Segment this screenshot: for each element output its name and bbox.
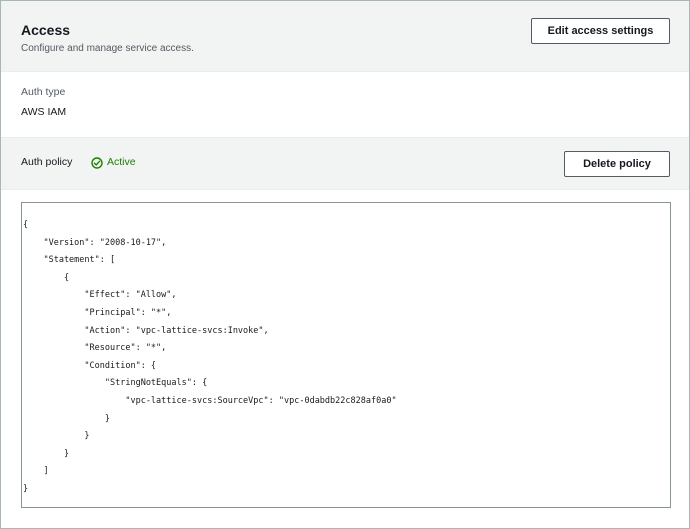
status-indicator: Active: [91, 156, 136, 169]
policy-line: "Effect": "Allow",: [23, 290, 177, 301]
policy-line: }: [23, 448, 70, 459]
policy-line: "Statement": [: [23, 255, 116, 266]
access-panel: Access Configure and manage service acce…: [0, 0, 690, 529]
access-header: Access Configure and manage service acce…: [1, 1, 689, 72]
policy-line: "Condition": {: [23, 360, 157, 371]
auth-type-value: AWS IAM: [21, 106, 67, 118]
policy-line: "Principal": "*",: [23, 307, 172, 318]
policy-line: ]: [23, 466, 49, 477]
policy-line: "Version": "2008-10-17",: [23, 237, 167, 248]
status-text: Active: [107, 156, 136, 168]
policy-line: "vpc-lattice-svcs:SourceVpc": "vpc-0dabd…: [23, 395, 397, 406]
policy-line: }: [23, 431, 90, 442]
auth-type-section: Auth type AWS IAM: [1, 72, 689, 138]
auth-policy-label: Auth policy: [21, 156, 73, 168]
policy-line: }: [23, 483, 29, 494]
policy-line: }: [23, 413, 110, 424]
delete-policy-button[interactable]: Delete policy: [564, 151, 670, 177]
policy-line: "Resource": "*",: [23, 343, 167, 354]
auth-policy-header: Auth policy Active Delete policy: [1, 138, 689, 190]
policy-line: "Action": "vpc-lattice-svcs:Invoke",: [23, 325, 269, 336]
policy-line: {: [23, 220, 29, 230]
policy-code-viewer: { "Version": "2008-10-17", "Statement": …: [21, 202, 671, 508]
auth-type-label: Auth type: [21, 86, 66, 98]
policy-line: {: [23, 272, 70, 283]
policy-line: "StringNotEquals": {: [23, 378, 208, 389]
check-circle-icon: [91, 156, 103, 169]
edit-access-settings-button[interactable]: Edit access settings: [531, 18, 670, 44]
